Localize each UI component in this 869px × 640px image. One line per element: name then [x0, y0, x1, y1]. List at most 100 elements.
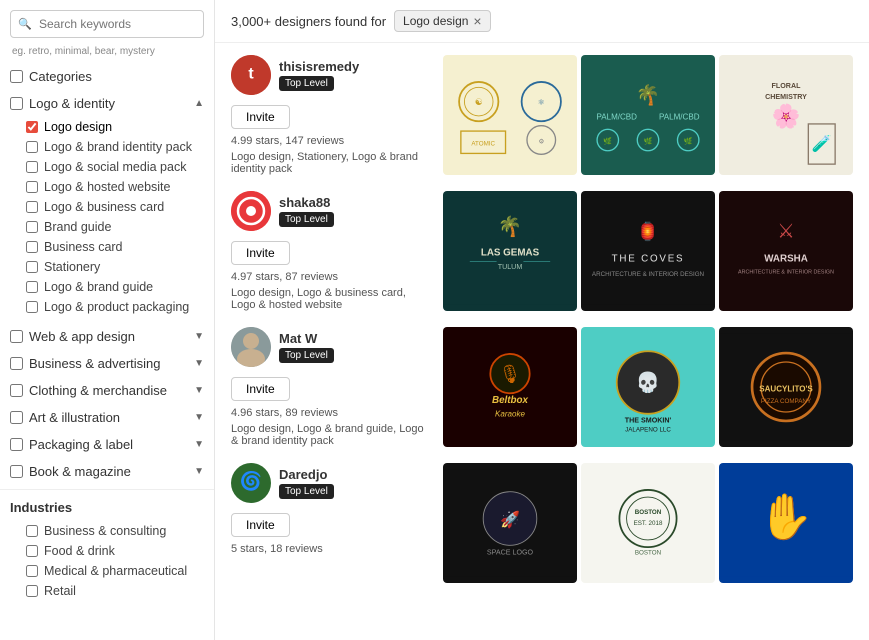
- designer-info: 🌀 Daredjo Top Level Invite 5 stars, 18 r…: [231, 463, 431, 559]
- portfolio-image[interactable]: ⚔ WARSHA ARCHITECTURE & INTERIOR DESIGN: [719, 191, 853, 311]
- svg-text:PALM/CBD: PALM/CBD: [596, 112, 637, 121]
- book-magazine-section[interactable]: Book & magazine ▼: [0, 458, 214, 485]
- stationery-item[interactable]: Stationery: [10, 257, 204, 277]
- chevron-down-icon: ▼: [194, 331, 204, 342]
- portfolio-image[interactable]: ☯ ⚛ ATOMIC ⚙: [443, 55, 577, 175]
- logo-brand-guide-item[interactable]: Logo & brand guide: [10, 277, 204, 297]
- packaging-checkbox[interactable]: [10, 438, 23, 451]
- portfolio-images: 🎙 Beltbox Karaoke 💀 THE SMOKIN' JALAPENO…: [443, 327, 853, 447]
- logo-identity-checkbox[interactable]: [10, 97, 23, 110]
- designer-row: shaka88 Top Level Invite 4.97 stars, 87 …: [231, 191, 853, 311]
- svg-text:FLORAL: FLORAL: [772, 82, 802, 90]
- business-card-checkbox[interactable]: [26, 241, 38, 253]
- food-drink-item[interactable]: Food & drink: [10, 541, 204, 561]
- portfolio-image[interactable]: 🏮 THE COVES ARCHITECTURE & INTERIOR DESI…: [581, 191, 715, 311]
- search-input[interactable]: [10, 10, 204, 38]
- portfolio-image[interactable]: SAUCYLITO'S PIZZA COMPANY: [719, 327, 853, 447]
- brand-guide-checkbox[interactable]: [26, 221, 38, 233]
- svg-text:🚀: 🚀: [500, 510, 520, 529]
- logo-social-media-item[interactable]: Logo & social media pack: [10, 157, 204, 177]
- retail-item[interactable]: Retail: [10, 581, 204, 601]
- svg-text:PIZZA COMPANY: PIZZA COMPANY: [761, 398, 812, 405]
- book-checkbox[interactable]: [10, 465, 23, 478]
- portfolio-image[interactable]: 🎙 Beltbox Karaoke: [443, 327, 577, 447]
- portfolio-image[interactable]: ✋: [719, 463, 853, 583]
- svg-text:SPACE LOGO: SPACE LOGO: [487, 548, 534, 556]
- svg-text:🌴: 🌴: [498, 215, 522, 238]
- web-app-checkbox[interactable]: [10, 330, 23, 343]
- portfolio-image[interactable]: BOSTON EST. 2018 BOSTON: [581, 463, 715, 583]
- medical-pharmaceutical-checkbox[interactable]: [26, 565, 38, 577]
- logo-design-checkbox[interactable]: [26, 121, 38, 133]
- invite-button[interactable]: Invite: [231, 105, 290, 129]
- logo-hosted-website-item[interactable]: Logo & hosted website: [10, 177, 204, 197]
- top-level-badge: Top Level: [279, 348, 334, 363]
- svg-text:WARSHA: WARSHA: [764, 254, 808, 265]
- filter-remove-button[interactable]: ×: [473, 14, 481, 28]
- business-consulting-checkbox[interactable]: [26, 525, 38, 537]
- portfolio-image[interactable]: FLORAL CHEMISTRY 🌸 🧪: [719, 55, 853, 175]
- invite-button[interactable]: Invite: [231, 241, 290, 265]
- sidebar-divider: [0, 489, 214, 490]
- logo-identity-header[interactable]: Logo & identity ▲: [0, 90, 214, 117]
- svg-text:EST. 2018: EST. 2018: [634, 520, 663, 527]
- chevron-down-icon6: ▼: [194, 466, 204, 477]
- logo-hosted-website-checkbox[interactable]: [26, 181, 38, 193]
- invite-button[interactable]: Invite: [231, 513, 290, 537]
- medical-pharmaceutical-item[interactable]: Medical & pharmaceutical: [10, 561, 204, 581]
- clothing-checkbox[interactable]: [10, 384, 23, 397]
- invite-button[interactable]: Invite: [231, 377, 290, 401]
- web-app-design-section[interactable]: Web & app design ▼: [0, 323, 214, 350]
- portfolio-images: 🌴 LAS GEMAS TULUM 🏮 THE COVES ARCHITECTU…: [443, 191, 853, 311]
- svg-text:⚛: ⚛: [538, 98, 545, 107]
- logo-product-packaging-item[interactable]: Logo & product packaging: [10, 297, 204, 317]
- tags-text: Logo design, Logo & business card, Logo …: [231, 287, 431, 311]
- designer-header: t thisisremedy Top Level: [231, 55, 431, 95]
- logo-social-media-checkbox[interactable]: [26, 161, 38, 173]
- stars-text: 4.96 stars, 89 reviews: [231, 407, 431, 419]
- portfolio-image[interactable]: 🌴 PALM/CBD PALM/CBD 🌿 🌿 🌿: [581, 55, 715, 175]
- categories-heading: Categories: [0, 63, 214, 90]
- svg-text:⚙: ⚙: [538, 139, 544, 146]
- designer-header: Mat W Top Level: [231, 327, 431, 367]
- svg-text:🏮: 🏮: [637, 221, 659, 242]
- stars-text: 4.99 stars, 147 reviews: [231, 135, 431, 147]
- clothing-merchandise-section[interactable]: Clothing & merchandise ▼: [0, 377, 214, 404]
- logo-business-card-item[interactable]: Logo & business card: [10, 197, 204, 217]
- logo-design-item[interactable]: Logo design: [10, 117, 204, 137]
- business-card-item[interactable]: Business card: [10, 237, 204, 257]
- portfolio-image[interactable]: 🌴 LAS GEMAS TULUM: [443, 191, 577, 311]
- logo-brand-identity-checkbox[interactable]: [26, 141, 38, 153]
- stationery-checkbox[interactable]: [26, 261, 38, 273]
- stars-text: 4.97 stars, 87 reviews: [231, 271, 431, 283]
- art-illustration-section[interactable]: Art & illustration ▼: [0, 404, 214, 431]
- logo-product-packaging-checkbox[interactable]: [26, 301, 38, 313]
- svg-text:Beltbox: Beltbox: [492, 395, 529, 406]
- logo-brand-identity-item[interactable]: Logo & brand identity pack: [10, 137, 204, 157]
- retail-checkbox[interactable]: [26, 585, 38, 597]
- svg-text:LAS GEMAS: LAS GEMAS: [481, 247, 540, 258]
- svg-text:🌿: 🌿: [644, 137, 653, 146]
- business-consulting-item[interactable]: Business & consulting: [10, 521, 204, 541]
- svg-text:🎙: 🎙: [499, 364, 522, 384]
- designer-row: Mat W Top Level Invite 4.96 stars, 89 re…: [231, 327, 853, 447]
- business-advertising-section[interactable]: Business & advertising ▼: [0, 350, 214, 377]
- categories-checkbox[interactable]: [10, 70, 23, 83]
- filter-tag-label: Logo design: [403, 14, 468, 28]
- brand-guide-item[interactable]: Brand guide: [10, 217, 204, 237]
- sidebar: 🔍 eg. retro, minimal, bear, mystery Cate…: [0, 0, 215, 640]
- portfolio-image[interactable]: 🚀 SPACE LOGO: [443, 463, 577, 583]
- designer-name: Daredjo: [279, 467, 334, 482]
- logo-business-card-checkbox[interactable]: [26, 201, 38, 213]
- packaging-label-section[interactable]: Packaging & label ▼: [0, 431, 214, 458]
- business-advertising-checkbox[interactable]: [10, 357, 23, 370]
- food-drink-checkbox[interactable]: [26, 545, 38, 557]
- art-checkbox[interactable]: [10, 411, 23, 424]
- svg-text:CHEMISTRY: CHEMISTRY: [765, 93, 807, 101]
- portfolio-image[interactable]: 💀 THE SMOKIN' JALAPENO LLC: [581, 327, 715, 447]
- designer-name: thisisremedy: [279, 59, 359, 74]
- designer-row: t thisisremedy Top Level Invite 4.99 sta…: [231, 55, 853, 175]
- svg-text:ARCHITECTURE & INTERIOR DESIGN: ARCHITECTURE & INTERIOR DESIGN: [738, 269, 834, 275]
- logo-brand-guide-checkbox[interactable]: [26, 281, 38, 293]
- tags-text: Logo design, Stationery, Logo & brand id…: [231, 151, 431, 175]
